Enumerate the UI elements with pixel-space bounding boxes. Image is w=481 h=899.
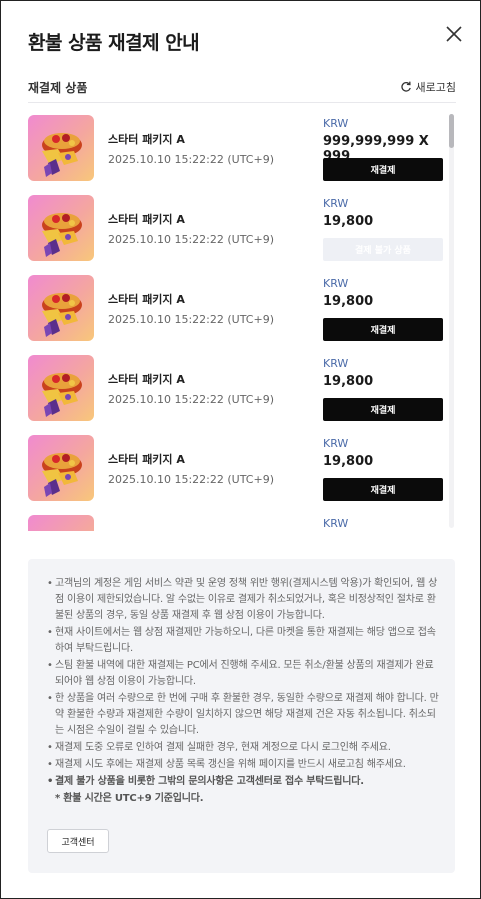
item-date: 2025.10.10 15:22:22 (UTC+9)	[108, 473, 274, 486]
repurchase-button[interactable]: 재결제	[323, 158, 443, 181]
item-price: 19,800	[323, 214, 374, 229]
notice-item: 한 상품을 여러 수량으로 한 번에 구매 후 환불한 경우, 동일한 수량으로…	[47, 691, 442, 739]
list-item: 스타터 패키지 A 2025.10.10 15:22:22 (UTC+9) KRW 1…	[28, 189, 448, 269]
repurchase-button[interactable]: 재결제	[323, 478, 443, 501]
item-date: 2025.10.10 15:22:22 (UTC+9)	[108, 233, 274, 246]
dialog-title: 환불 상품 재결제 안내	[28, 32, 200, 54]
notice-item: 스팀 환불 내역에 대한 재결제는 PC에서 진행해 주세요. 모든 취소/환불…	[47, 658, 442, 690]
item-currency: KRW	[323, 117, 349, 130]
scrollbar-thumb[interactable]	[449, 114, 454, 148]
item-price: 19,800	[323, 374, 374, 389]
notice-item: 결제 불가 상품을 비롯한 그밖의 문의사항은 고객센터로 접수 부탁드립니다.	[47, 774, 442, 790]
list-item: 스타터 패키지 A 2025.10.10 15:22:22 (UTC+9) KRW 1…	[28, 269, 448, 349]
list-item: 스타터 패키지 A 2025.10.10 15:22:22 (UTC+9) KRW 1…	[28, 349, 448, 429]
item-currency: KRW	[323, 357, 349, 370]
close-button[interactable]	[443, 23, 465, 45]
item-price: 19,800	[323, 454, 374, 469]
notice-item: 재결제 도중 오류로 인하여 결제 실패한 경우, 현재 계정으로 다시 로그인…	[47, 740, 442, 756]
item-thumbnail	[28, 195, 94, 261]
package-thumbnail-icon	[28, 115, 94, 181]
package-thumbnail-icon	[28, 275, 94, 341]
item-name: 스타터 패키지 A	[108, 293, 185, 306]
repurchase-item-list[interactable]: 스타터 패키지 A 2025.10.10 15:22:22 (UTC+9) KRW 9…	[28, 109, 456, 531]
item-currency: KRW	[323, 277, 349, 290]
list-item: KRW	[28, 509, 448, 531]
item-thumbnail	[28, 355, 94, 421]
section-label: 재결제 상품	[28, 81, 88, 95]
item-price: 19,800	[323, 294, 374, 309]
unavailable-button: 결제 불가 상품	[323, 238, 443, 261]
notice-item: 고객님의 계정은 게임 서비스 약관 및 운영 정책 위반 행위(결제시스템 악…	[47, 576, 442, 624]
notice-item: 재결제 시도 후에는 재결제 상품 목록 갱신을 위해 페이지를 반드시 새로고…	[47, 757, 442, 773]
notice-item: 현재 사이트에서는 웹 상점 재결제만 가능하오니, 다른 마켓을 통한 재결제…	[47, 625, 442, 657]
item-date: 2025.10.10 15:22:22 (UTC+9)	[108, 313, 274, 326]
package-thumbnail-icon	[28, 355, 94, 421]
refresh-icon	[400, 81, 411, 92]
list-item: 스타터 패키지 A 2025.10.10 15:22:22 (UTC+9) KRW 1…	[28, 429, 448, 509]
item-thumbnail	[28, 435, 94, 501]
timezone-note: * 환불 시간은 UTC+9 기준입니다.	[55, 793, 204, 804]
item-name: 스타터 패키지 A	[108, 453, 185, 466]
package-thumbnail-icon	[28, 435, 94, 501]
notice-list: 고객님의 계정은 게임 서비스 약관 및 운영 정책 위반 행위(결제시스템 악…	[47, 576, 442, 807]
item-name: 스타터 패키지 A	[108, 213, 185, 226]
item-thumbnail	[28, 275, 94, 341]
item-name: 스타터 패키지 A	[108, 133, 185, 146]
customer-center-button[interactable]: 고객센터	[47, 829, 109, 853]
list-item: 스타터 패키지 A 2025.10.10 15:22:22 (UTC+9) KRW 9…	[28, 109, 448, 189]
close-icon	[446, 26, 462, 42]
package-thumbnail-icon	[28, 515, 94, 531]
item-date: 2025.10.10 15:22:22 (UTC+9)	[108, 393, 274, 406]
item-currency: KRW	[323, 437, 349, 450]
item-currency: KRW	[323, 517, 349, 530]
repurchase-button[interactable]: 재결제	[323, 318, 443, 341]
section-header: 재결제 상품 새로고침	[28, 79, 456, 103]
item-name: 스타터 패키지 A	[108, 373, 185, 386]
item-thumbnail	[28, 515, 94, 531]
package-thumbnail-icon	[28, 195, 94, 261]
repurchase-button[interactable]: 재결제	[323, 398, 443, 421]
item-date: 2025.10.10 15:22:22 (UTC+9)	[108, 153, 274, 166]
refresh-label: 새로고침	[415, 81, 456, 94]
notice-box: 고객님의 계정은 게임 서비스 약관 및 운영 정책 위반 행위(결제시스템 악…	[28, 559, 455, 873]
item-thumbnail	[28, 115, 94, 181]
refund-repurchase-dialog: 환불 상품 재결제 안내 재결제 상품 새로고침 스타터 패키지 A2025.1…	[0, 0, 481, 899]
refresh-button[interactable]: 새로고침	[400, 79, 456, 95]
scrollbar-track[interactable]	[449, 114, 454, 528]
item-currency: KRW	[323, 197, 349, 210]
